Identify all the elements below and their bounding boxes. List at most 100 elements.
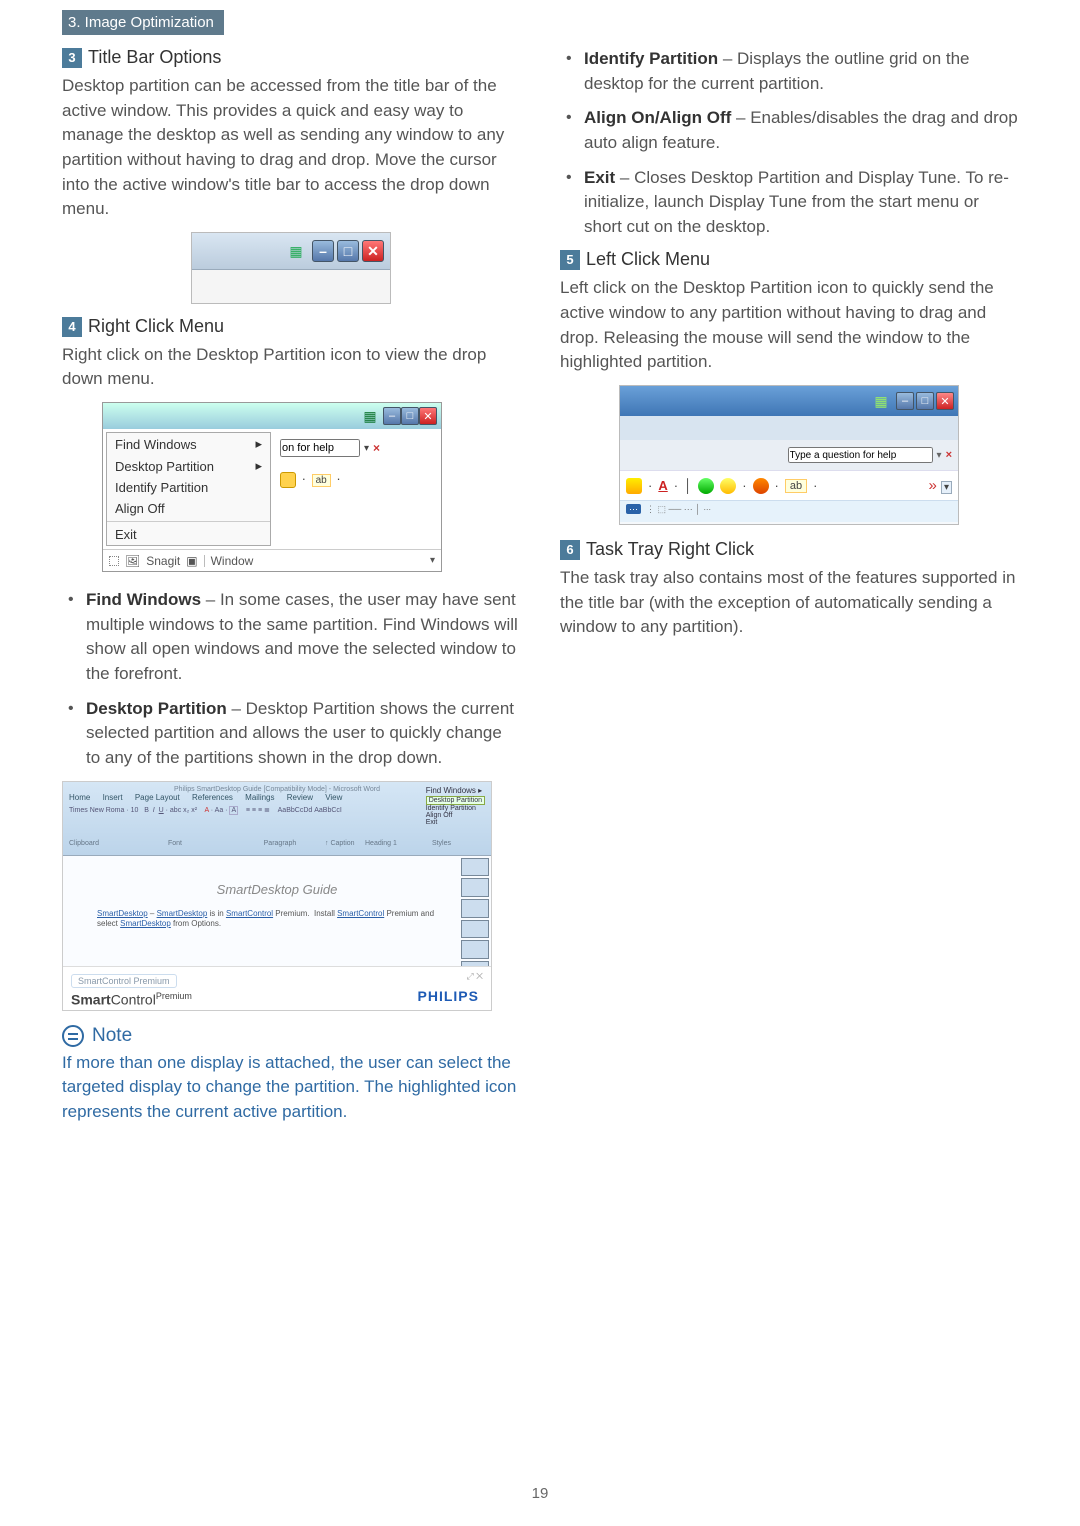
smartcontrol-premium-chip: SmartControl Premium: [71, 974, 177, 988]
toolbar-snagit-label: Snagit: [146, 554, 180, 568]
close-button[interactable]: ✕: [419, 407, 437, 425]
ribbon-tab[interactable]: Page Layout: [135, 793, 180, 802]
doc-link[interactable]: SmartControl: [226, 909, 273, 918]
doc-link[interactable]: SmartDesktop: [157, 909, 208, 918]
ribbon-group: Styles: [409, 840, 451, 847]
partition-grid-icon: ▦: [359, 405, 381, 427]
yellow-circle-icon[interactable]: [720, 478, 736, 494]
ribbon-group: Clipboard: [69, 840, 115, 847]
menu-label: Align Off: [115, 501, 165, 516]
close-x-icon[interactable]: ×: [373, 441, 380, 455]
font-selector[interactable]: Times New Roma · 10: [69, 807, 138, 814]
badge-5: 5: [560, 250, 580, 270]
section-3-title-text: Title Bar Options: [88, 47, 221, 67]
section-header-tab: 3. Image Optimization: [62, 10, 224, 35]
doc-link[interactable]: SmartDesktop: [97, 909, 148, 918]
highlighter-icon[interactable]: [626, 478, 642, 494]
right-bullets: Identify Partition – Displays the outlin…: [560, 47, 1018, 239]
green-circle-icon[interactable]: [698, 478, 714, 494]
style-chip[interactable]: Heading 1: [365, 840, 409, 847]
menu-align-off[interactable]: Align Off: [107, 498, 270, 519]
menu-label: Desktop Partition: [115, 459, 214, 474]
note-icon: [62, 1025, 84, 1047]
figure-word-ribbon: Philips SmartDesktop Guide [Compatibilit…: [62, 781, 492, 1011]
dropdown-icon[interactable]: ▾: [937, 450, 942, 461]
figure-left-click: ▦ – □ ✕ ▾ × · A· │ · · ab· » ▾: [619, 385, 959, 525]
section-4-title-text: Right Click Menu: [88, 316, 224, 336]
ribbon-tab[interactable]: Review: [287, 793, 313, 802]
highlight-ab-icon[interactable]: ab: [785, 479, 807, 493]
orange-circle-icon[interactable]: [753, 478, 769, 494]
note-text: If more than one display is attached, th…: [62, 1051, 520, 1125]
word-window-title: Philips SmartDesktop Guide [Compatibilit…: [69, 786, 485, 793]
section-6-body: The task tray also contains most of the …: [560, 566, 1018, 640]
ribbon-tab[interactable]: Home: [69, 793, 90, 802]
menu-identify-partition[interactable]: Identify Partition: [107, 477, 270, 498]
help-search-input[interactable]: [788, 447, 933, 463]
bullet-desktop-partition: Desktop Partition – Desktop Partition sh…: [62, 697, 520, 771]
menu-find-windows[interactable]: Find Windows▸: [107, 433, 270, 455]
help-search-input[interactable]: [280, 439, 360, 457]
dropdown-icon[interactable]: ▾: [364, 443, 369, 454]
figure-bottom-strip: ⋯ ⋮ ⬚ ── ⋯ │ ∙∙∙: [620, 500, 958, 522]
section-4-title: 4 Right Click Menu: [62, 316, 520, 337]
bullet-align-on-off: Align On/Align Off – Enables/disables th…: [560, 106, 1018, 155]
minimize-button[interactable]: –: [312, 240, 334, 262]
style-chip[interactable]: AaBbCcI: [314, 807, 342, 814]
ribbon-tab[interactable]: References: [192, 793, 233, 802]
doc-link[interactable]: SmartControl: [337, 909, 384, 918]
minimize-button[interactable]: –: [383, 407, 401, 425]
figure-context-menu: ▦ – □ ✕ Find Windows▸ Desktop Partition ▸…: [102, 402, 442, 572]
ribbon-tab[interactable]: View: [325, 793, 342, 802]
dropdown-icon[interactable]: ▾: [430, 555, 435, 566]
close-button[interactable]: ✕: [936, 392, 954, 410]
partition-thumb[interactable]: [461, 858, 489, 877]
partition-thumbnails: [461, 858, 489, 980]
dropdown-icon[interactable]: ▾: [941, 481, 952, 494]
highlight-ab-icon[interactable]: ab: [312, 474, 331, 487]
doc-link[interactable]: SmartDesktop: [120, 919, 171, 928]
menu-label: Identify Partition: [115, 480, 208, 495]
menu-exit[interactable]: Exit: [107, 524, 270, 545]
submenu-arrow-icon: ▸: [255, 458, 262, 474]
maximize-button[interactable]: □: [337, 240, 359, 262]
section-5-body: Left click on the Desktop Partition icon…: [560, 276, 1018, 375]
minimize-button[interactable]: –: [896, 392, 914, 410]
note-label: Note: [92, 1025, 132, 1047]
partition-thumb[interactable]: [461, 878, 489, 897]
style-chip[interactable]: AaBbCcDd: [278, 807, 313, 814]
page-number: 19: [0, 1485, 1080, 1502]
section-6-title-text: Task Tray Right Click: [586, 539, 754, 559]
close-button[interactable]: ✕: [362, 240, 384, 262]
close-x-icon[interactable]: ×: [946, 449, 952, 461]
toolbar-snagit-capture-icon[interactable]: ▣: [186, 554, 197, 568]
partition-thumb[interactable]: [461, 920, 489, 939]
partition-grid-icon: ▦: [285, 240, 307, 262]
menu-label: Find Windows: [115, 437, 197, 452]
right-column: Identify Partition – Displays the outlin…: [560, 39, 1018, 1125]
section-3-title: 3 Title Bar Options: [62, 47, 520, 68]
section-5-title: 5Left Click Menu: [560, 249, 1018, 270]
badge-4: 4: [62, 317, 82, 337]
menu-desktop-partition[interactable]: Desktop Partition ▸: [107, 455, 270, 477]
section-4-bullets: Find Windows – In some cases, the user m…: [62, 588, 520, 770]
bullet-exit: Exit – Closes Desktop Partition and Disp…: [560, 166, 1018, 240]
section-6-title: 6Task Tray Right Click: [560, 539, 1018, 560]
style-chip[interactable]: ↑ Caption: [325, 840, 365, 847]
partition-thumb[interactable]: [461, 899, 489, 918]
partition-thumb[interactable]: [461, 940, 489, 959]
section-4-body: Right click on the Desktop Partition ico…: [62, 343, 520, 392]
ribbon-tab[interactable]: Mailings: [245, 793, 274, 802]
context-menu: Find Windows▸ Desktop Partition ▸ Identif…: [106, 432, 271, 546]
pencil-icon[interactable]: [280, 472, 296, 488]
maximize-button[interactable]: □: [401, 407, 419, 425]
philips-logo: PHILIPS: [418, 988, 479, 1004]
red-marker-icon[interactable]: »: [928, 477, 936, 494]
section-3-body: Desktop partition can be accessed from t…: [62, 74, 520, 222]
ribbon-tab[interactable]: Insert: [103, 793, 123, 802]
maximize-button[interactable]: □: [916, 392, 934, 410]
bullet-find-windows: Find Windows – In some cases, the user m…: [62, 588, 520, 687]
side-menu-item: Exit: [426, 819, 485, 826]
font-color-icon[interactable]: A: [658, 478, 667, 493]
badge-3: 3: [62, 48, 82, 68]
